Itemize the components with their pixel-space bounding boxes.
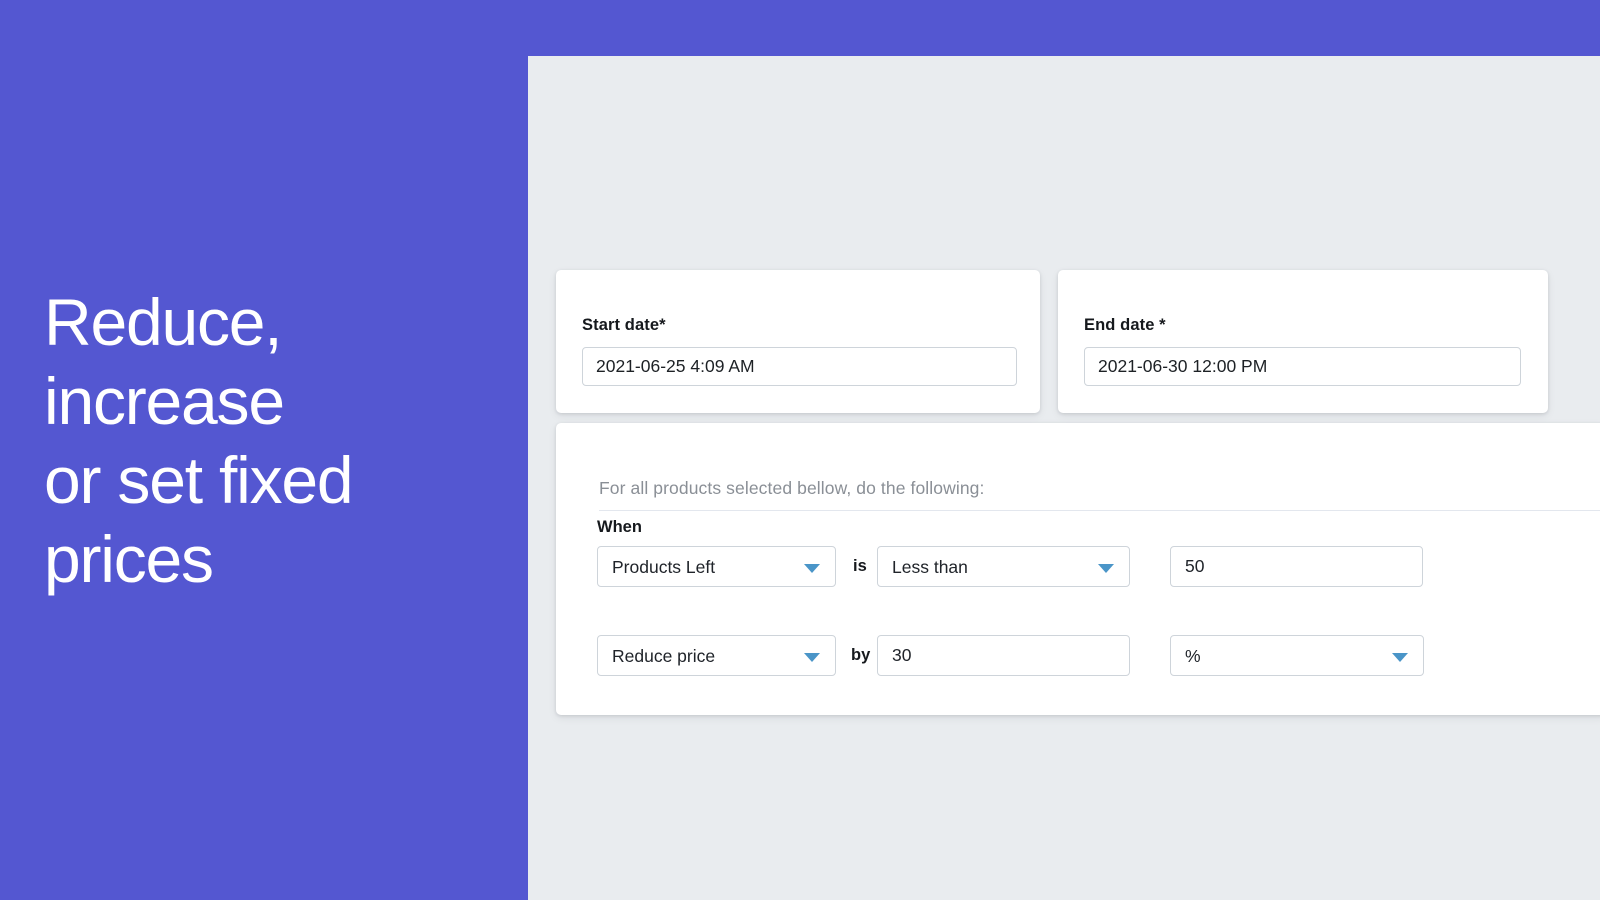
start-date-label: Start date* — [582, 316, 666, 334]
promo-headline: Reduce, increase or set fixed prices — [44, 285, 354, 596]
action-unit-select[interactable]: % — [1170, 635, 1424, 676]
chevron-down-icon — [804, 653, 820, 662]
chevron-down-icon — [1392, 653, 1408, 662]
action-type-select[interactable]: Reduce price — [597, 635, 836, 676]
end-date-card: End date * — [1058, 270, 1548, 413]
condition-operator-value: Less than — [892, 557, 968, 577]
condition-value-input[interactable] — [1171, 547, 1422, 586]
pricing-rules-card: For all products selected bellow, do the… — [556, 423, 1600, 715]
action-joiner-label: by — [851, 646, 871, 664]
start-date-input[interactable] — [582, 347, 1017, 386]
promo-panel: Reduce, increase or set fixed prices — [0, 0, 528, 900]
action-amount-input[interactable] — [878, 636, 1129, 675]
chevron-down-icon — [1098, 564, 1114, 573]
condition-subject-value: Products Left — [612, 557, 716, 577]
end-date-input[interactable] — [1084, 347, 1521, 386]
action-amount-field[interactable] — [877, 635, 1130, 676]
condition-joiner-label: is — [853, 557, 867, 575]
app-surface: Start date* End date * For all products … — [528, 56, 1600, 900]
when-label: When — [597, 518, 642, 536]
condition-subject-select[interactable]: Products Left — [597, 546, 836, 587]
end-date-label: End date * — [1084, 316, 1166, 334]
rules-divider — [599, 510, 1600, 511]
condition-operator-select[interactable]: Less than — [877, 546, 1130, 587]
screen-root: Reduce, increase or set fixed prices Sta… — [0, 0, 1600, 900]
action-unit-value: % — [1185, 646, 1201, 666]
start-date-card: Start date* — [556, 270, 1040, 413]
chevron-down-icon — [804, 564, 820, 573]
condition-value-field[interactable] — [1170, 546, 1423, 587]
action-type-value: Reduce price — [612, 646, 716, 666]
rules-intro-text: For all products selected bellow, do the… — [599, 478, 985, 498]
